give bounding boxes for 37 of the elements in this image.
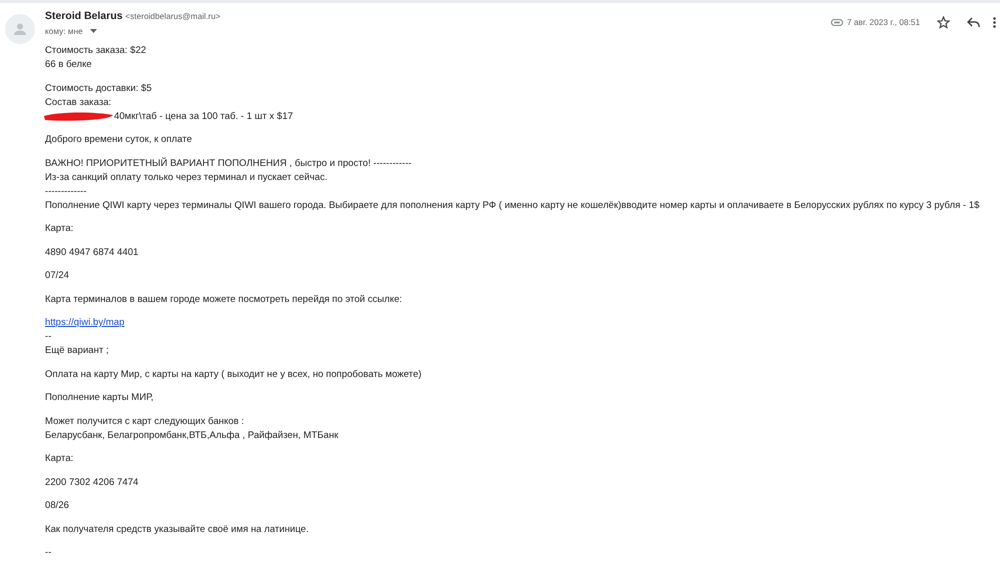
star-icon (936, 16, 950, 28)
body-text: 4890 4947 6874 4401 (45, 246, 140, 260)
body-text: Карта терминалов в вашем городе можете посмотреть перейдя по этой ссылке: (45, 292, 404, 306)
avatar-icon (5, 14, 35, 44)
date-text: 7 авг. 2023 г., 08:51 (846, 16, 920, 28)
body-text: Беларусбанк, Белагропромбанк,ВТБ,Альфа , Райфайзен, МТБанк (45, 428, 340, 442)
body-text: 66 в белке (45, 58, 93, 72)
reply-icon (966, 16, 980, 28)
recipient-dropdown[interactable]: кому: мне (45, 24, 97, 38)
body-text: Ещё вариант ; (45, 344, 110, 358)
order-item-text: 40мкг\таб - цена за 100 таб. - 1 шт x $17 (114, 110, 293, 124)
body-text: Карта: (45, 222, 74, 236)
body-text: Как получателя средств указывайте своё имя на латинице. (45, 522, 310, 536)
body-text: Оплата на карту Мир, с карты на карту ( выходит не у всех, но попробовать можете) (45, 368, 422, 382)
attachment-icon (830, 18, 843, 26)
body-text: -- (45, 330, 52, 344)
body-text: 2200 7302 4206 7474 (45, 476, 140, 490)
body-text: 07/24 (45, 269, 70, 283)
body-text: Доброго времени суток, к оплате (45, 133, 193, 147)
body-text: Стоимость заказа: $22 (45, 44, 148, 58)
body-text: Может получится с карт следующих банков : (45, 414, 246, 428)
caret-icon (90, 28, 97, 33)
body-text: Состав заказа: (45, 96, 112, 110)
redaction-mark (42, 111, 114, 122)
body-text: -- (45, 546, 52, 560)
sender-name: Steroid Belarus (45, 10, 123, 22)
body-text: Пополнение карты МИР, (45, 391, 154, 405)
more-icon (992, 16, 996, 28)
body-text: ВАЖНО! ПРИОРИТЕТНЫЙ ВАРИАНТ ПОПОЛНЕНИЯ , быстро и просто! ------------ (45, 156, 413, 170)
link[interactable]: https://qiwi.by/map (45, 316, 124, 330)
body-text: ------------- (45, 184, 88, 198)
body-text: Карта: (45, 452, 74, 466)
body-text: 08/26 (45, 499, 70, 513)
sender-email: <steroidbelarus@mail.ru> (125, 11, 220, 21)
body-text: Стоимость доставки: $5 (45, 82, 153, 96)
body-text: Из-за санкций оплату только через терминал и пускает сейчас. (45, 170, 328, 184)
body-text: Пополнение QIWI карту через терминалы QIWI вашего города. Выбираете для пополнения карту РФ ( именно карту не кошелёк)вводите номер карты и оплачиваете в Белорусских рублях по курсу 3 рубля - 1$ (45, 198, 980, 212)
